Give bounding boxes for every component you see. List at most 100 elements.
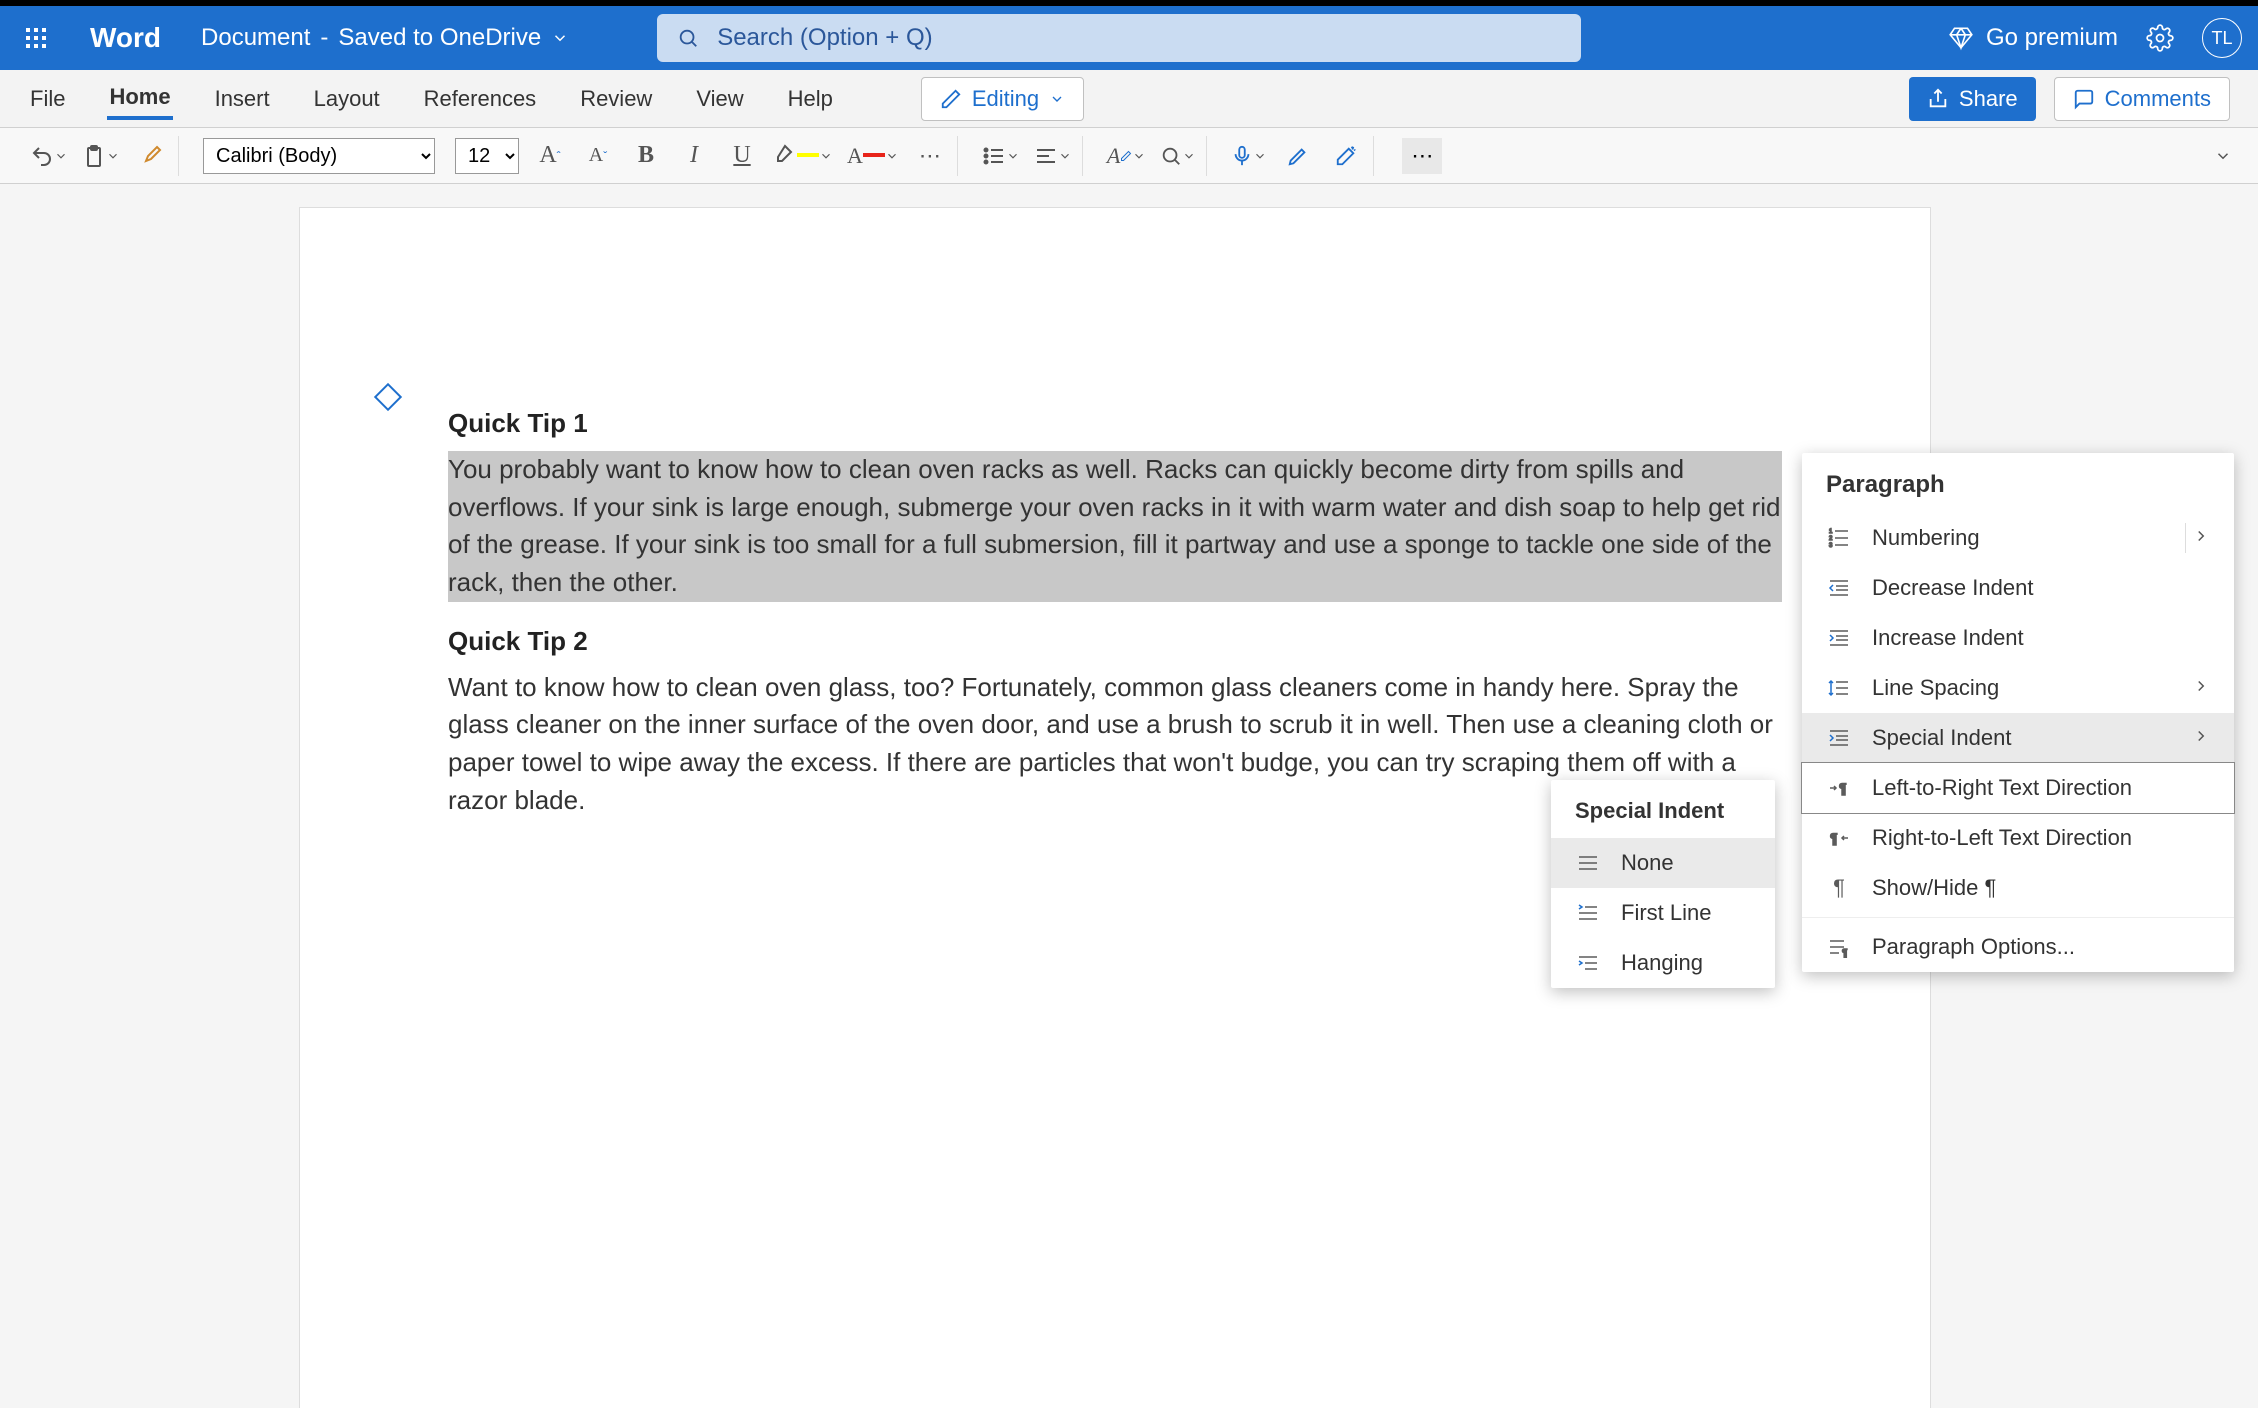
align-button[interactable]: [1034, 139, 1072, 173]
app-name[interactable]: Word: [90, 22, 161, 54]
menu-item-increase-indent[interactable]: Increase Indent: [1802, 613, 2234, 663]
numbering-icon: 123: [1826, 525, 1852, 551]
share-button[interactable]: Share: [1909, 77, 2036, 121]
pen-icon: [1120, 150, 1132, 162]
svg-text:1: 1: [1829, 529, 1833, 535]
tab-view[interactable]: View: [694, 80, 745, 118]
chevron-down-icon: [1049, 91, 1065, 107]
doc-title-group[interactable]: Document - Saved to OneDrive: [201, 24, 569, 52]
go-premium-button[interactable]: Go premium: [1948, 24, 2118, 52]
indent-first-line[interactable]: First Line: [1551, 888, 1775, 938]
menu-item-label: Numbering: [1872, 525, 1980, 551]
paragraph-1[interactable]: You probably want to know how to clean o…: [448, 451, 1782, 602]
share-label: Share: [1959, 86, 2018, 112]
menu-item-label: Hanging: [1621, 950, 1703, 976]
tab-review[interactable]: Review: [578, 80, 654, 118]
saved-status: Saved to OneDrive: [338, 24, 541, 52]
menu-item-numbering[interactable]: 123 Numbering: [1802, 513, 2234, 563]
avatar[interactable]: TL: [2202, 18, 2242, 58]
font-size-select[interactable]: 12: [455, 138, 519, 174]
gear-icon[interactable]: [2146, 24, 2174, 52]
clipboard-icon: [82, 144, 106, 168]
pilcrow-icon: ¶: [1826, 875, 1852, 901]
wand-icon: [1335, 145, 1357, 167]
menu-item-label: None: [1621, 850, 1674, 876]
chevron-down-icon: [2214, 147, 2232, 165]
font-name-select[interactable]: Calibri (Body): [203, 138, 435, 174]
chevron-down-icon: [54, 149, 68, 163]
more-font-button[interactable]: ⋯: [913, 139, 947, 173]
menu-item-label: Line Spacing: [1872, 675, 1999, 701]
highlight-button[interactable]: [773, 139, 833, 173]
paragraph-options-icon: ¶: [1826, 934, 1852, 960]
paragraph-menu: Paragraph 123 Numbering Decrease Indent …: [1802, 453, 2234, 972]
shrink-font-button[interactable]: Aˇ: [581, 139, 615, 173]
tab-file[interactable]: File: [28, 80, 67, 118]
share-icon: [1927, 88, 1949, 110]
underline-button[interactable]: U: [725, 139, 759, 173]
increase-indent-icon: [1826, 625, 1852, 651]
editing-label: Editing: [972, 86, 1039, 112]
tab-home[interactable]: Home: [107, 78, 172, 120]
go-premium-label: Go premium: [1986, 24, 2118, 52]
chevron-right-icon: [2192, 525, 2210, 551]
menu-item-show-hide[interactable]: ¶ Show/Hide ¶: [1802, 863, 2234, 913]
comments-button[interactable]: Comments: [2054, 77, 2230, 121]
editor-pen-icon: [1287, 145, 1309, 167]
editing-mode-button[interactable]: Editing: [921, 77, 1084, 121]
designer-button[interactable]: [1329, 139, 1363, 173]
menu-item-line-spacing[interactable]: Line Spacing: [1802, 663, 2234, 713]
app-launcher-icon[interactable]: [16, 18, 56, 58]
titlebar: Word Document - Saved to OneDrive Go pre…: [0, 6, 2258, 70]
menu-item-label: Show/Hide ¶: [1872, 875, 1996, 901]
svg-text:¶: ¶: [1830, 830, 1838, 846]
tab-references[interactable]: References: [422, 80, 539, 118]
special-indent-submenu: Special Indent None First Line Hanging: [1551, 780, 1775, 988]
heading-quick-tip-1: Quick Tip 1: [448, 408, 1782, 439]
menu-item-label: Increase Indent: [1872, 625, 2024, 651]
search-input[interactable]: [717, 24, 1561, 52]
pencil-icon: [940, 88, 962, 110]
format-painter-button[interactable]: [134, 139, 168, 173]
svg-text:¶: ¶: [1842, 948, 1847, 959]
toolbar-overflow-button[interactable]: ⋯: [1402, 138, 1442, 174]
styles-button[interactable]: A: [1107, 139, 1146, 173]
ribbon-collapse-button[interactable]: [2208, 141, 2238, 171]
menu-item-ltr-text[interactable]: ¶ Left-to-Right Text Direction: [1802, 763, 2234, 813]
indent-hanging[interactable]: Hanging: [1551, 938, 1775, 988]
menu-item-label: Left-to-Right Text Direction: [1872, 775, 2132, 801]
indent-none[interactable]: None: [1551, 838, 1775, 888]
chevron-down-icon: [1006, 149, 1020, 163]
comment-icon: [2073, 88, 2095, 110]
chevron-down-icon: [551, 29, 569, 47]
grow-font-button[interactable]: Aˆ: [533, 139, 567, 173]
menu-item-paragraph-options[interactable]: ¶ Paragraph Options...: [1802, 922, 2234, 972]
avatar-initials: TL: [2211, 28, 2232, 49]
menu-item-decrease-indent[interactable]: Decrease Indent: [1802, 563, 2234, 613]
bold-button[interactable]: B: [629, 139, 663, 173]
find-button[interactable]: [1160, 139, 1196, 173]
bullets-button[interactable]: [982, 139, 1020, 173]
dictate-button[interactable]: [1231, 139, 1267, 173]
highlighter-icon: [773, 144, 797, 168]
chevron-down-icon: [1182, 149, 1196, 163]
tab-insert[interactable]: Insert: [213, 80, 272, 118]
special-indent-icon: [1826, 725, 1852, 751]
diamond-icon: [1948, 25, 1974, 51]
tab-layout[interactable]: Layout: [312, 80, 382, 118]
italic-button[interactable]: I: [677, 139, 711, 173]
menu-item-rtl-text[interactable]: ¶ Right-to-Left Text Direction: [1802, 813, 2234, 863]
undo-button[interactable]: [30, 139, 68, 173]
search-box[interactable]: [657, 14, 1581, 62]
menu-item-special-indent[interactable]: Special Indent: [1802, 713, 2234, 763]
bullets-icon: [982, 144, 1006, 168]
doc-name: Document: [201, 24, 310, 52]
font-color-button[interactable]: A: [847, 139, 899, 173]
paste-button[interactable]: [82, 139, 120, 173]
chevron-down-icon: [1253, 149, 1267, 163]
menu-item-label: Paragraph Options...: [1872, 934, 2075, 960]
editor-button[interactable]: [1281, 139, 1315, 173]
line-spacing-icon: [1826, 675, 1852, 701]
chevron-down-icon: [885, 149, 899, 163]
tab-help[interactable]: Help: [786, 80, 835, 118]
